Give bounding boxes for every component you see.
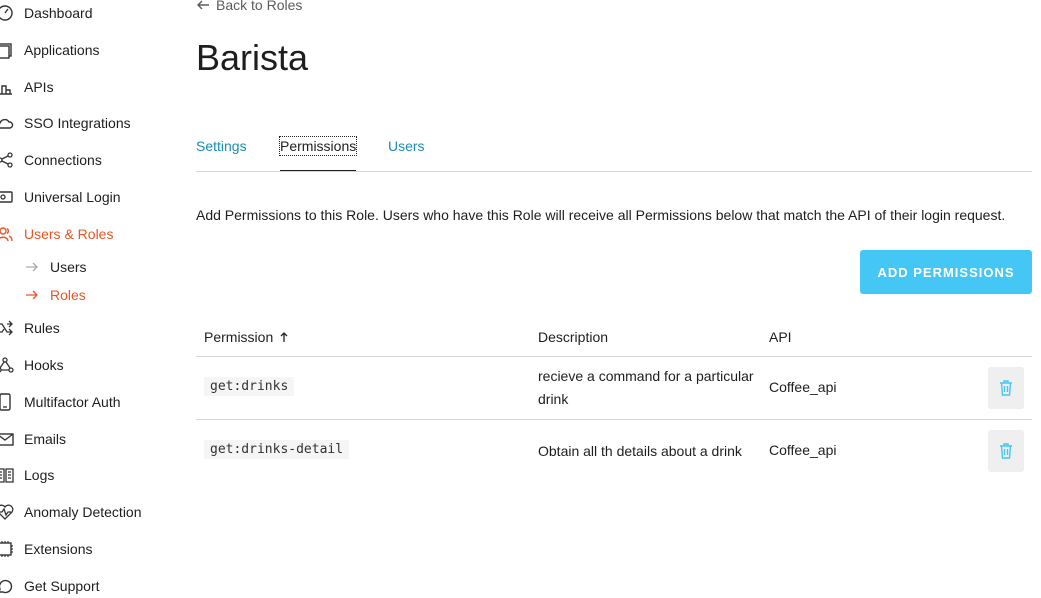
- email-icon: [0, 433, 14, 446]
- sidebar-item-label: Hooks: [24, 357, 64, 373]
- tab-users[interactable]: Users: [388, 137, 425, 155]
- connections-icon: [0, 152, 13, 168]
- sidebar-item-label: Applications: [24, 42, 100, 58]
- back-to-roles-link[interactable]: Back to Roles: [196, 0, 302, 13]
- table-row: get:drinks recieve a command for a parti…: [196, 357, 1032, 420]
- rules-icon: [0, 320, 13, 336]
- permission-api: Coffee_api: [769, 379, 837, 395]
- login-icon: [0, 191, 13, 203]
- sort-ascending-icon: [280, 332, 288, 342]
- sidebar-item-label: Users & Roles: [24, 226, 114, 242]
- sidebar-item-label: Anomaly Detection: [24, 504, 142, 520]
- sidebar-item-label: Universal Login: [24, 189, 121, 205]
- back-link-label: Back to Roles: [216, 0, 303, 13]
- sidebar-item-label: Connections: [24, 152, 102, 168]
- arrow-right-icon: [26, 262, 38, 272]
- permission-name: get:drinks: [204, 377, 295, 396]
- sidebar-item-label: APIs: [24, 79, 54, 95]
- support-icon: [0, 579, 13, 594]
- sidebar-item-label: Multifactor Auth: [24, 394, 121, 410]
- arrow-right-icon: [26, 290, 38, 300]
- mfa-icon: [0, 393, 11, 411]
- permission-description: recieve a command for a particular drink: [538, 368, 754, 407]
- cloud-icon: [0, 118, 14, 129]
- applications-icon: [0, 43, 12, 59]
- permission-api: Coffee_api: [769, 442, 837, 458]
- tab-bar: Settings Permissions Users: [196, 131, 1032, 172]
- tab-settings[interactable]: Settings: [196, 137, 247, 155]
- sidebar-item-label: Get Support: [24, 578, 100, 594]
- permissions-table: Permission Description API get:drinks re…: [196, 320, 1032, 482]
- page-title: Barista: [196, 37, 309, 78]
- trash-icon: [1000, 380, 1012, 396]
- table-header: Permission Description API: [196, 320, 1032, 357]
- permission-description: Obtain all th details about a drink: [538, 443, 742, 459]
- apis-icon: [0, 85, 12, 95]
- trash-icon: [1000, 443, 1012, 459]
- add-permissions-button[interactable]: ADD PERMISSIONS: [860, 250, 1032, 294]
- sidebar-subitem-label: Users: [50, 259, 87, 275]
- column-header-permission[interactable]: Permission: [204, 328, 289, 346]
- sidebar-item-label: Dashboard: [24, 5, 93, 21]
- sidebar-item-label: Extensions: [24, 541, 93, 557]
- column-header-api: API: [769, 329, 792, 345]
- logs-icon: [0, 468, 14, 483]
- tab-permissions[interactable]: Permissions: [278, 136, 358, 156]
- sidebar: Dashboard Applications APIs SSO Integrat…: [0, 0, 180, 594]
- extensions-icon: [0, 541, 13, 557]
- users-icon: [0, 227, 13, 242]
- sidebar-subitem-label: Roles: [50, 287, 86, 303]
- permissions-info-text: Add Permissions to this Role. Users who …: [196, 207, 1006, 223]
- column-header-label: Permission: [204, 329, 274, 345]
- sidebar-item-label: SSO Integrations: [24, 115, 131, 131]
- column-header-description: Description: [538, 329, 609, 345]
- sidebar-item-label: Emails: [24, 431, 67, 447]
- hooks-icon: [0, 357, 14, 373]
- active-tab-indicator: [280, 170, 356, 171]
- sidebar-item-label: Logs: [24, 467, 55, 483]
- arrow-left-icon: [197, 0, 209, 10]
- delete-permission-button[interactable]: [988, 430, 1024, 472]
- permission-name: get:drinks-detail: [204, 440, 350, 459]
- heart-icon: [0, 504, 14, 520]
- table-row: get:drinks-detail Obtain all th details …: [196, 420, 1032, 482]
- dashboard-icon: [0, 5, 13, 21]
- sidebar-item-label: Rules: [24, 320, 60, 336]
- delete-permission-button[interactable]: [988, 367, 1024, 409]
